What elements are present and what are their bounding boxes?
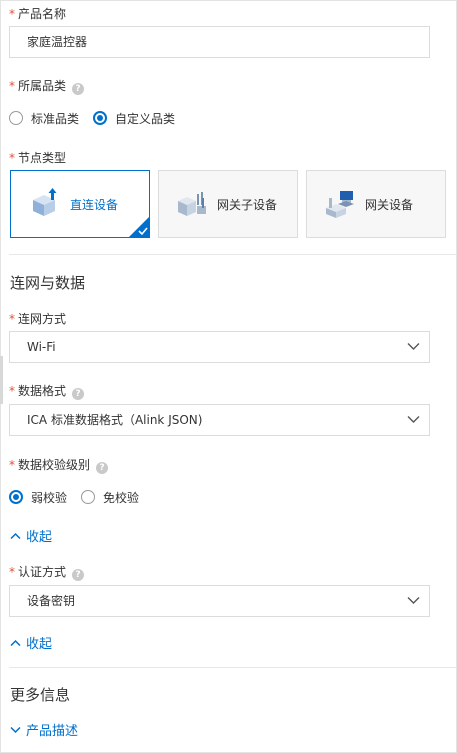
radio-weak-validation[interactable]: 弱校验 (9, 489, 67, 506)
expand-toggle-product-description[interactable]: 产品描述 (10, 720, 78, 739)
selected-check-icon (128, 216, 150, 238)
node-card-gateway-subdevice[interactable]: 网关子设备 (158, 170, 298, 238)
radio-checked-icon (9, 490, 23, 504)
more-info-section-title: 更多信息 (10, 686, 71, 704)
category-radio-group: 标准品类 自定义品类 (9, 110, 187, 126)
product-name-input[interactable]: 家庭温控器 (9, 26, 430, 58)
radio-circle-icon (81, 490, 96, 504)
help-icon[interactable]: ? (72, 569, 85, 581)
radio-custom-category[interactable]: 自定义品类 (93, 110, 175, 127)
gateway-subdevice-icon (178, 192, 206, 216)
chevron-down-icon (407, 416, 420, 423)
help-icon[interactable]: ? (96, 462, 109, 474)
network-method-select[interactable]: Wi-Fi (9, 331, 430, 363)
node-card-direct-device[interactable]: 直连设备 (10, 170, 150, 238)
direct-device-icon (33, 188, 57, 216)
data-format-select[interactable]: ICA 标准数据格式（Alink JSON) (9, 404, 430, 436)
gateway-device-icon (326, 191, 354, 218)
node-type-label: * 节点类型 (9, 151, 67, 165)
radio-standard-category[interactable]: 标准品类 (9, 110, 79, 127)
chevron-up-icon (10, 639, 21, 646)
collapse-toggle-auth[interactable]: 收起 (10, 633, 52, 652)
collapse-toggle-validation[interactable]: 收起 (10, 526, 52, 545)
validation-radio-group: 弱校验 免校验 (9, 489, 151, 505)
section-divider (9, 667, 457, 668)
product-name-label: * 产品名称 (9, 7, 67, 21)
validation-level-label: * 数据校验级别? (9, 456, 109, 474)
auth-method-label: * 认证方式? (9, 563, 85, 581)
help-icon[interactable]: ? (72, 83, 85, 95)
scroll-indicator (0, 356, 3, 404)
radio-circle-icon (9, 111, 23, 125)
node-card-gateway-device[interactable]: 网关设备 (306, 170, 446, 238)
chevron-down-icon (10, 726, 21, 733)
network-method-label: * 连网方式 (9, 312, 67, 326)
chevron-down-icon (407, 343, 420, 350)
auth-method-select[interactable]: 设备密钥 (9, 585, 430, 617)
network-section-title: 连网与数据 (10, 274, 86, 292)
chevron-down-icon (407, 597, 420, 604)
data-format-label: * 数据格式? (9, 382, 85, 400)
radio-checked-icon (93, 111, 108, 125)
help-icon[interactable]: ? (72, 388, 85, 400)
chevron-up-icon (10, 532, 21, 539)
section-divider (9, 254, 457, 255)
category-label: * 所属品类? (9, 77, 85, 95)
radio-no-validation[interactable]: 免校验 (81, 489, 139, 506)
